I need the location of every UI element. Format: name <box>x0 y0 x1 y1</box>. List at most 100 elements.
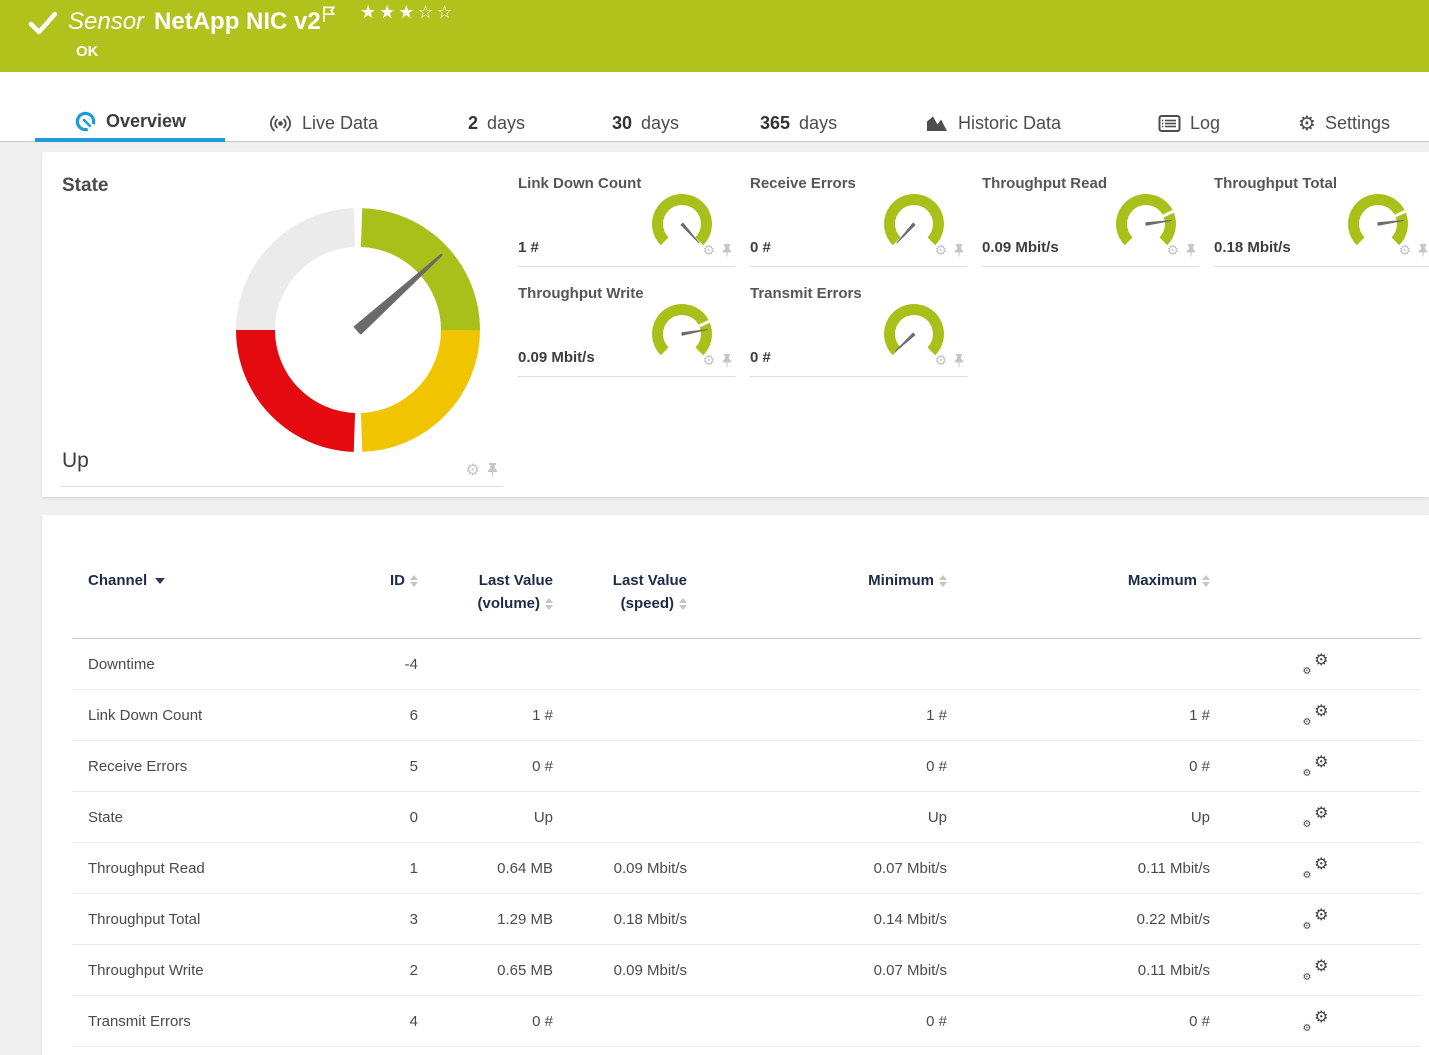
table-row-state: State 0 Up Up Up ⚙⚙ <box>72 792 1421 843</box>
object-kind-label: Sensor <box>68 8 144 35</box>
ok-check-icon <box>28 10 58 38</box>
sort-icon <box>679 598 687 610</box>
pin-icon[interactable] <box>953 243 965 258</box>
mini-gauges-grid: Link Down Count 1 # ⚙ Receive Errors 0 # <box>518 165 1429 377</box>
sort-icon <box>939 575 947 587</box>
tab-30-days[interactable]: 30 days <box>612 104 679 142</box>
state-gauge <box>233 205 483 455</box>
channel-name: Throughput Total <box>72 911 354 928</box>
tab-overview-label: Overview <box>106 111 186 132</box>
col-header-minimum[interactable]: Minimum <box>687 569 947 592</box>
gauge-needle <box>894 333 914 352</box>
minimum-value: 0.07 Mbit/s <box>687 962 947 979</box>
minimum-value: 1 # <box>687 707 947 724</box>
minimum-value: 0 # <box>687 1013 947 1030</box>
channel-id: 2 <box>354 962 418 979</box>
flag-icon[interactable] <box>322 5 337 24</box>
sensor-status-text: OK <box>76 43 99 60</box>
edit-channel-gears-icon[interactable]: ⚙⚙ <box>1303 754 1329 778</box>
tab-log[interactable]: Log <box>1158 104 1220 142</box>
channel-gear-icon[interactable]: ⚙ <box>702 354 715 368</box>
gauge-panel-throughput-total: Throughput Total 0.18 Mbit/s ⚙ <box>1214 165 1429 267</box>
last-value-volume: Up <box>418 809 553 826</box>
sort-icon <box>1202 575 1210 587</box>
pin-icon[interactable] <box>1417 243 1429 258</box>
tab-settings-label: Settings <box>1325 113 1390 134</box>
table-row-throughput-write: Throughput Write 2 0.65 MB 0.09 Mbit/s 0… <box>72 945 1421 996</box>
tab-settings[interactable]: ⚙ Settings <box>1298 104 1390 142</box>
table-header-row: Channel ID Last Value (volume) Last Valu… <box>72 555 1421 639</box>
channel-name: Transmit Errors <box>72 1013 354 1030</box>
edit-channel-gears-icon[interactable]: ⚙⚙ <box>1303 856 1329 880</box>
channel-gear-icon[interactable]: ⚙ <box>1166 244 1179 258</box>
tab-365-days[interactable]: 365 days <box>760 104 837 142</box>
channel-name: Throughput Write <box>72 962 354 979</box>
edit-channel-gears-icon[interactable]: ⚙⚙ <box>1303 958 1329 982</box>
channel-name: Link Down Count <box>72 707 354 724</box>
channel-gear-icon[interactable]: ⚙ <box>1398 244 1411 258</box>
tab-live-data-label: Live Data <box>302 113 378 134</box>
stars-empty: ☆☆ <box>417 2 455 22</box>
gauges-card: State Up ⚙ Link Down Count <box>42 152 1429 497</box>
channel-id: 4 <box>354 1013 418 1030</box>
sensor-title: NetApp NIC v2 <box>154 8 321 35</box>
channel-id: 6 <box>354 707 418 724</box>
channel-gear-icon[interactable]: ⚙ <box>934 354 947 368</box>
col-header-last-value-volume[interactable]: Last Value (volume) <box>418 569 553 615</box>
gauge-panel-receive-errors: Receive Errors 0 # ⚙ <box>750 165 967 267</box>
channel-name: Downtime <box>72 656 354 673</box>
last-value-speed: 0.09 Mbit/s <box>553 962 687 979</box>
last-value-volume: 0 # <box>418 1013 553 1030</box>
maximum-value: 0.11 Mbit/s <box>947 962 1210 979</box>
last-value-volume: 0 # <box>418 758 553 775</box>
priority-stars[interactable]: ★★★☆☆ <box>360 2 456 23</box>
sort-desc-icon <box>155 578 165 584</box>
channel-id: 1 <box>354 860 418 877</box>
gauge-icon <box>74 110 97 133</box>
edit-channel-gears-icon[interactable]: ⚙⚙ <box>1303 907 1329 931</box>
gauge-panel-throughput-write: Throughput Write 0.09 Mbit/s ⚙ <box>518 275 735 377</box>
gauge-panel-throughput-read: Throughput Read 0.09 Mbit/s ⚙ <box>982 165 1199 267</box>
tab-overview[interactable]: Overview <box>35 104 225 142</box>
tab-live-data[interactable]: Live Data <box>268 104 378 142</box>
state-gauge-value: Up <box>62 449 89 473</box>
channels-table: Channel ID Last Value (volume) Last Valu… <box>72 555 1421 1047</box>
channel-gear-icon[interactable]: ⚙ <box>702 244 715 258</box>
edit-channel-gears-icon[interactable]: ⚙⚙ <box>1303 652 1329 676</box>
log-list-icon <box>1158 114 1181 133</box>
pin-icon[interactable] <box>1185 243 1197 258</box>
table-row-link-down-count: Link Down Count 6 1 # 1 # 1 # ⚙⚙ <box>72 690 1421 741</box>
edit-channel-gears-icon[interactable]: ⚙⚙ <box>1303 805 1329 829</box>
live-data-icon <box>268 113 293 134</box>
stars-filled: ★★★ <box>360 2 417 22</box>
table-row-throughput-total: Throughput Total 3 1.29 MB 0.18 Mbit/s 0… <box>72 894 1421 945</box>
col-header-last-value-speed[interactable]: Last Value (speed) <box>553 569 687 615</box>
tab-2-days[interactable]: 2 days <box>468 104 525 142</box>
sort-icon <box>545 598 553 610</box>
channel-id: 0 <box>354 809 418 826</box>
table-row-downtime: Downtime -4 ⚙⚙ <box>72 639 1421 690</box>
pin-icon[interactable] <box>486 462 499 478</box>
edit-channel-gears-icon[interactable]: ⚙⚙ <box>1303 1009 1329 1033</box>
pin-icon[interactable] <box>953 353 965 368</box>
state-gauge-needle <box>355 252 444 333</box>
sensor-status-header: Sensor NetApp NIC v2 ★★★☆☆ OK <box>0 0 1429 72</box>
maximum-value: 0 # <box>947 1013 1210 1030</box>
channel-id: 3 <box>354 911 418 928</box>
tab-historic-data[interactable]: Historic Data <box>925 104 1061 142</box>
pin-icon[interactable] <box>721 353 733 368</box>
minimum-value: Up <box>687 809 947 826</box>
channel-gear-icon[interactable]: ⚙ <box>934 244 947 258</box>
tab-zone: Overview Live Data 2 days 30 days 365 da… <box>0 72 1429 142</box>
col-header-channel[interactable]: Channel <box>72 569 354 592</box>
tab-historic-label: Historic Data <box>958 113 1061 134</box>
col-header-id[interactable]: ID <box>354 569 418 592</box>
gauge-panel-transmit-errors: Transmit Errors 0 # ⚙ <box>750 275 967 377</box>
edit-channel-gears-icon[interactable]: ⚙⚙ <box>1303 703 1329 727</box>
col-header-maximum[interactable]: Maximum <box>947 569 1210 592</box>
last-value-speed: 0.18 Mbit/s <box>553 911 687 928</box>
channel-id: 5 <box>354 758 418 775</box>
pin-icon[interactable] <box>721 243 733 258</box>
channel-gear-icon[interactable]: ⚙ <box>466 462 480 478</box>
last-value-speed: 0.09 Mbit/s <box>553 860 687 877</box>
